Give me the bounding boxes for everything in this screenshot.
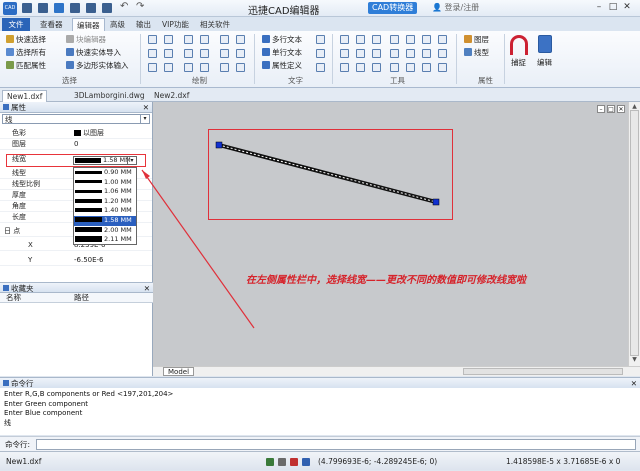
command-line: Enter Green component xyxy=(4,399,89,408)
scroll-down-icon[interactable]: ▼ xyxy=(630,356,639,364)
command-history: Enter R,G,B components or Red <197,201,2… xyxy=(0,388,640,435)
drawing-size: 1.418598E-5 x 3.71685E-6 x 0 xyxy=(506,457,621,466)
command-input-label: 命令行: xyxy=(5,440,31,449)
scrollbar-thumb[interactable] xyxy=(630,110,639,356)
model-tab[interactable]: Model xyxy=(163,367,195,376)
line-highlight-box xyxy=(208,129,453,220)
horizontal-scrollbar[interactable]: Model xyxy=(153,366,640,376)
command-input-row: 命令行: xyxy=(0,436,640,451)
grid-toggle-icon[interactable] xyxy=(278,458,286,466)
command-line: 线 xyxy=(4,418,11,427)
status-filename: New1.dxf xyxy=(6,457,42,466)
command-icon xyxy=(3,380,9,386)
scrollbar-thumb[interactable] xyxy=(463,368,623,375)
vertical-scrollbar[interactable]: ▲ ▼ xyxy=(628,102,640,366)
command-input[interactable] xyxy=(36,439,636,450)
ortho-toggle-icon[interactable] xyxy=(290,458,298,466)
snap-toggle-icon[interactable] xyxy=(266,458,274,466)
command-panel-header: 命令行 ✕ xyxy=(0,377,640,388)
command-line: Enter R,G,B components or Red <197,201,2… xyxy=(4,390,174,398)
annotation-arrowhead xyxy=(142,170,150,179)
polar-toggle-icon[interactable] xyxy=(302,458,310,466)
cursor-coordinates: (4.799693E-6; -4.289245E-6; 0) xyxy=(318,457,438,466)
instruction-annotation: 在左侧属性栏中，选择线宽——更改不同的数值即可修改线宽啦 xyxy=(246,275,526,286)
command-line: Enter Blue component xyxy=(4,409,83,417)
status-bar: New1.dxf (4.799693E-6; -4.289245E-6; 0) … xyxy=(0,451,640,470)
